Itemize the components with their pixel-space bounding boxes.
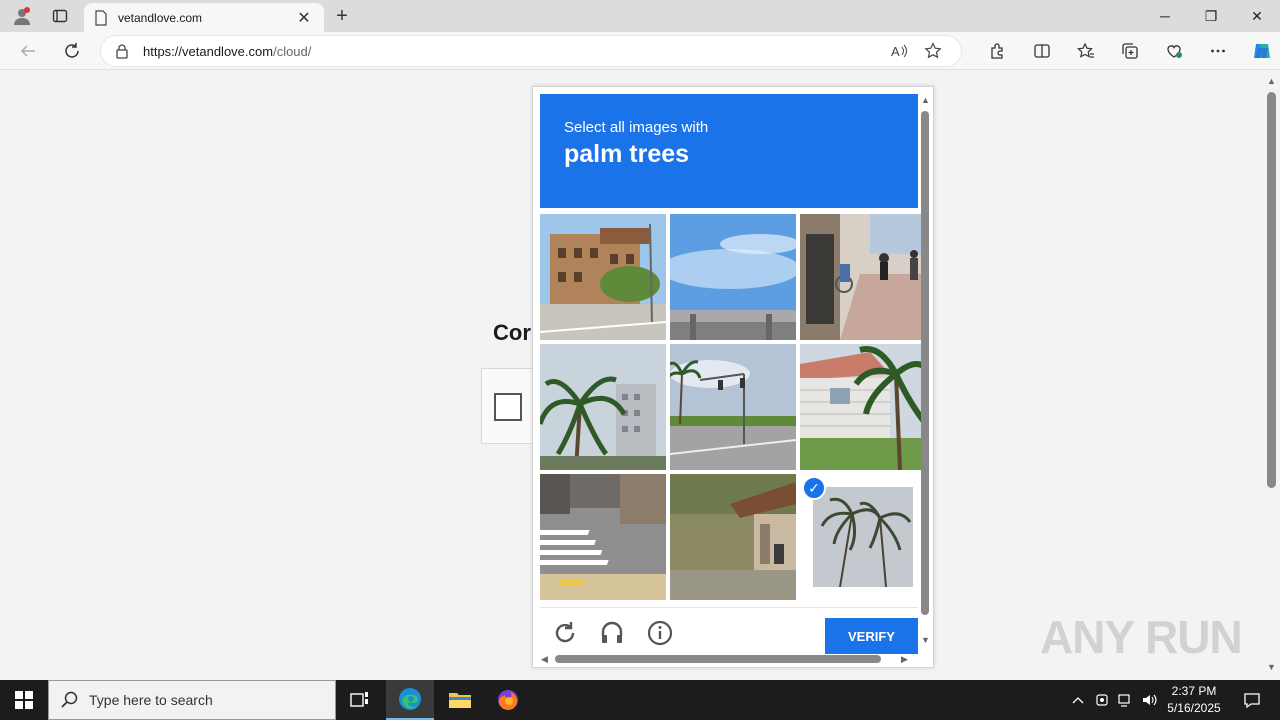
page-scroll-thumb[interactable]	[1267, 92, 1276, 488]
tile-palm-trees-selected[interactable]: ✓	[800, 474, 926, 600]
toolbar-right	[976, 37, 1280, 65]
notifications-icon[interactable]	[1232, 680, 1272, 720]
challenge-prompt: Select all images with palm trees	[540, 94, 918, 208]
clock-date: 5/16/2025	[1167, 701, 1221, 715]
clock-time: 2:37 PM	[1171, 684, 1217, 698]
url-host: https://vetandlove.com	[143, 43, 274, 59]
tile-palm-building[interactable]	[540, 344, 666, 470]
collections-icon[interactable]	[1108, 37, 1152, 65]
meet-now-icon[interactable]	[1090, 680, 1114, 720]
tile-intersection-palms[interactable]	[670, 344, 796, 470]
info-icon[interactable]	[645, 618, 675, 648]
url-text[interactable]: https://vetandlove.com/cloud/	[143, 44, 879, 59]
tile-sidewalk-cyclists[interactable]	[800, 214, 926, 340]
tray-overflow-icon[interactable]	[1066, 680, 1090, 720]
url-path: /cloud/	[273, 43, 312, 59]
minimize-icon[interactable]: ─	[1142, 0, 1188, 32]
audio-challenge-icon[interactable]	[597, 618, 627, 648]
prompt-instruction: Select all images with	[564, 119, 709, 136]
taskbar-search[interactable]: Type here to search	[48, 680, 336, 720]
favorites-icon[interactable]	[1064, 37, 1108, 65]
tile-sky-bridge[interactable]	[670, 214, 796, 340]
search-placeholder: Type here to search	[89, 692, 213, 708]
scroll-down-icon[interactable]: ▼	[1267, 662, 1276, 672]
tile-shed-field[interactable]	[670, 474, 796, 600]
copilot-icon[interactable]	[1240, 37, 1280, 65]
scroll-right-icon[interactable]: ▶	[901, 654, 908, 665]
prompt-target: palm trees	[564, 140, 690, 168]
windows-taskbar: Type here to search 2:37 PM 5/16/2025	[0, 680, 1280, 720]
scroll-down-icon[interactable]: ▼	[921, 635, 930, 645]
image-challenge-dialog: Select all images with palm trees ✓ VERI…	[532, 86, 934, 668]
address-bar[interactable]: https://vetandlove.com/cloud/ A	[100, 35, 962, 67]
tab-strip: vetandlove.com ✕ + ─ ❐ ✕	[0, 0, 1280, 32]
window-controls: ─ ❐ ✕	[1142, 0, 1280, 32]
system-tray	[1066, 680, 1162, 720]
windows-logo-icon	[15, 691, 33, 709]
challenge-hscroll-thumb[interactable]	[555, 655, 881, 663]
taskbar-clock[interactable]: 2:37 PM 5/16/2025	[1158, 683, 1230, 717]
browser-tab[interactable]: vetandlove.com ✕	[84, 3, 324, 32]
scroll-up-icon[interactable]: ▲	[921, 95, 930, 105]
reload-challenge-icon[interactable]	[550, 618, 580, 648]
challenge-horizontal-scrollbar[interactable]: ◀ ▶	[539, 653, 911, 665]
scroll-up-icon[interactable]: ▲	[1267, 76, 1276, 86]
scroll-left-icon[interactable]: ◀	[541, 654, 548, 665]
task-view-icon[interactable]	[336, 680, 384, 720]
network-icon[interactable]	[1114, 680, 1138, 720]
refresh-icon[interactable]	[58, 37, 86, 65]
page-icon	[95, 9, 107, 26]
browser-essentials-icon[interactable]	[1152, 37, 1196, 65]
extensions-icon[interactable]	[976, 37, 1020, 65]
close-tab-icon[interactable]: ✕	[294, 8, 314, 28]
svg-text:A: A	[891, 44, 900, 59]
split-screen-icon[interactable]	[1020, 37, 1064, 65]
file-explorer-icon[interactable]	[436, 680, 484, 720]
page-scrollbar[interactable]: ▲ ▼	[1264, 76, 1280, 676]
tab-title: vetandlove.com	[118, 10, 203, 25]
tile-house-palm[interactable]	[800, 344, 926, 470]
search-icon	[61, 691, 78, 708]
restore-icon[interactable]: ❐	[1188, 0, 1234, 32]
tab-actions-icon[interactable]	[44, 4, 76, 28]
browser-toolbar: https://vetandlove.com/cloud/ A	[0, 32, 1280, 70]
read-aloud-icon[interactable]: A	[885, 39, 913, 63]
close-window-icon[interactable]: ✕	[1234, 0, 1280, 32]
challenge-vertical-scrollbar[interactable]: ▲ ▼	[919, 93, 931, 649]
captcha-checkbox[interactable]	[494, 393, 522, 421]
selected-check-icon: ✓	[802, 476, 826, 500]
challenge-vscroll-thumb[interactable]	[921, 111, 929, 615]
favorite-star-icon[interactable]	[919, 39, 947, 63]
new-tab-icon[interactable]: +	[330, 4, 354, 28]
firefox-icon[interactable]	[484, 680, 532, 720]
edge-taskbar-icon[interactable]	[386, 680, 434, 720]
tile-crosswalk[interactable]	[540, 474, 666, 600]
verify-button[interactable]: VERIFY	[825, 618, 918, 654]
profile-icon[interactable]	[8, 4, 36, 28]
more-options-icon[interactable]	[1196, 37, 1240, 65]
anyrun-watermark: ANY RUN	[1040, 611, 1243, 663]
back-icon[interactable]	[14, 37, 42, 65]
challenge-footer: VERIFY	[540, 607, 918, 657]
lock-icon[interactable]	[115, 43, 129, 59]
page-heading: Cor	[493, 320, 531, 345]
start-button[interactable]	[0, 680, 48, 720]
tile-building-street[interactable]	[540, 214, 666, 340]
